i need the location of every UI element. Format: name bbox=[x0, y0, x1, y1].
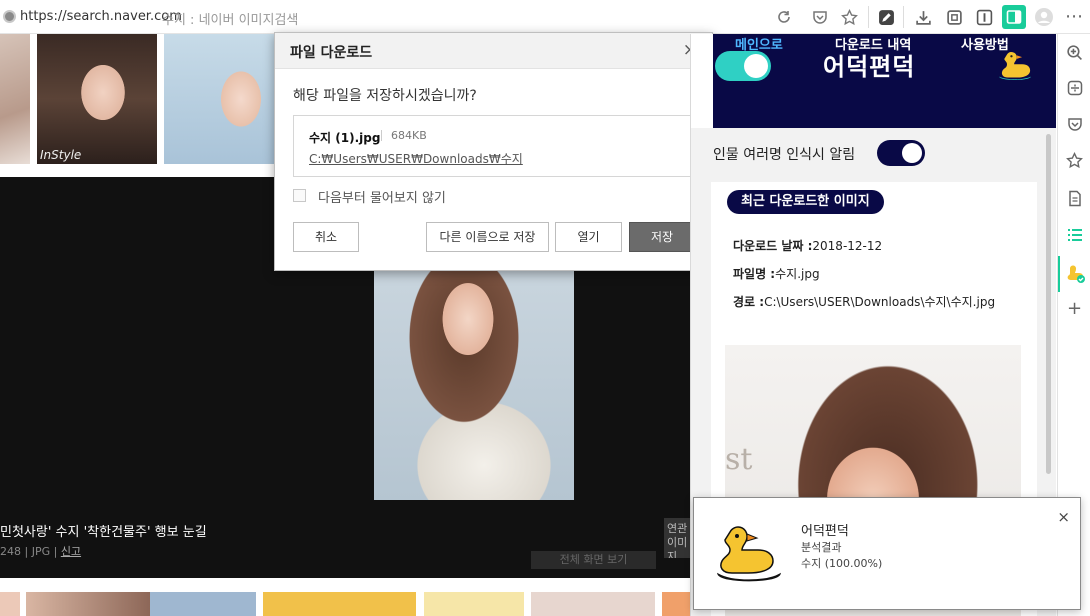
dont-ask-checkbox[interactable] bbox=[293, 189, 306, 202]
file-name-label: 파일명 : bbox=[733, 267, 776, 281]
cancel-button[interactable]: 취소 bbox=[293, 222, 359, 252]
address-bar: https://search.naver.com 수지 : 네이버 이미지검색 bbox=[0, 0, 1090, 34]
download-icon[interactable] bbox=[913, 7, 933, 27]
viewer-caption[interactable]: 민첫사랑' 수지 '착한건물주' 행보 눈길 bbox=[0, 521, 207, 540]
viewer-main-image[interactable] bbox=[374, 268, 574, 500]
save-as-button[interactable]: 다른 이름으로 저장 bbox=[426, 222, 549, 252]
profile-icon[interactable] bbox=[1034, 7, 1054, 27]
site-globe-icon bbox=[3, 10, 16, 23]
image-thumbnail[interactable] bbox=[424, 592, 524, 616]
page-title: 수지 : 네이버 이미지검색 bbox=[162, 13, 299, 28]
pen-icon[interactable] bbox=[876, 7, 896, 27]
extension-power-toggle[interactable] bbox=[715, 51, 771, 81]
file-size: 684KB bbox=[391, 129, 427, 142]
close-icon[interactable]: × bbox=[1057, 508, 1070, 526]
dialog-question: 해당 파일을 저장하시겠습니까? bbox=[293, 88, 477, 104]
dialog-title: 파일 다운로드 bbox=[290, 45, 373, 61]
toolbar-divider bbox=[868, 6, 869, 28]
toolbar-divider bbox=[903, 6, 904, 28]
meta-divider: | bbox=[24, 545, 32, 558]
related-images-button[interactable]: 연관 이미지 bbox=[664, 518, 690, 558]
viewer-meta: 248 | JPG | 신고 bbox=[0, 543, 81, 559]
download-date-label: 다운로드 날짜 : bbox=[733, 239, 813, 253]
image-thumbnail[interactable] bbox=[26, 592, 150, 616]
pocket-icon[interactable] bbox=[810, 7, 830, 27]
notification-line-detail: 수지 (100.00%) bbox=[801, 557, 883, 570]
list-icon[interactable] bbox=[1058, 221, 1090, 249]
image-thumbnail[interactable] bbox=[37, 34, 157, 164]
preview-background-text: st bbox=[725, 442, 753, 477]
pocket-icon[interactable] bbox=[1058, 110, 1090, 138]
recent-file-path: C:\Users\USER\Downloads\수지\수지.jpg bbox=[764, 295, 996, 309]
thumbnail-watermark: InStyle bbox=[40, 148, 82, 162]
download-date-row: 다운로드 날짜 :2018-12-12 bbox=[733, 237, 882, 254]
open-button[interactable]: 열기 bbox=[555, 222, 622, 252]
recent-heading: 최근 다운로드한 이미지 bbox=[727, 190, 884, 214]
zoom-icon[interactable] bbox=[1058, 38, 1090, 66]
capture-icon[interactable] bbox=[944, 7, 964, 27]
image-thumbnail[interactable] bbox=[164, 34, 274, 164]
image-thumbnail[interactable] bbox=[662, 592, 690, 616]
image-type: JPG bbox=[31, 545, 51, 558]
face-alert-toggle[interactable] bbox=[877, 140, 925, 166]
sidebar-icon[interactable] bbox=[1002, 5, 1026, 29]
fullscreen-button[interactable]: 전체 화면 보기 bbox=[531, 551, 656, 569]
file-download-dialog: 파일 다운로드 × 해당 파일을 저장하시겠습니까? 수지 (1).jpg 68… bbox=[274, 32, 713, 271]
report-link[interactable]: 신고 bbox=[61, 545, 81, 558]
browser-window: https://search.naver.com 수지 : 네이버 이미지검색 bbox=[0, 0, 1090, 616]
notification-line-result: 분석결과 bbox=[801, 541, 842, 554]
url-text[interactable]: https://search.naver.com bbox=[20, 9, 182, 24]
favorite-icon[interactable] bbox=[1058, 146, 1090, 174]
tab-download-history[interactable]: 다운로드 내역 bbox=[835, 34, 911, 53]
duck-logo-icon bbox=[999, 52, 1031, 80]
file-path-link[interactable]: C:₩Users₩USER₩Downloads₩수지 bbox=[309, 150, 523, 167]
face-alert-label: 인물 여러명 인식시 알림 bbox=[713, 147, 856, 163]
tab-main[interactable]: 메인으로 bbox=[735, 34, 783, 53]
image-thumbnail[interactable] bbox=[531, 592, 655, 616]
dialog-header: 파일 다운로드 × bbox=[275, 33, 712, 69]
duck-extension-icon[interactable] bbox=[1058, 256, 1090, 292]
image-thumbnail[interactable] bbox=[263, 592, 416, 616]
file-info-box: 수지 (1).jpg 684KB C:₩Users₩USER₩Downloads… bbox=[293, 115, 695, 177]
file-name-row: 파일명 :수지.jpg bbox=[733, 265, 820, 282]
image-thumbnail[interactable] bbox=[0, 34, 30, 164]
refresh-icon[interactable] bbox=[774, 7, 794, 27]
image-thumbnail[interactable] bbox=[150, 592, 256, 616]
dont-ask-label[interactable]: 다음부터 물어보지 않기 bbox=[318, 187, 446, 206]
notification-app-name: 어덕편덕 bbox=[801, 524, 849, 539]
recent-file-name: 수지.jpg bbox=[775, 267, 820, 281]
memo-icon[interactable] bbox=[1058, 184, 1090, 212]
meta-divider: | bbox=[53, 545, 61, 558]
image-thumbnail[interactable] bbox=[0, 592, 20, 616]
panel-scrollbar[interactable] bbox=[1046, 134, 1051, 474]
file-name: 수지 (1).jpg bbox=[309, 131, 381, 145]
add-icon[interactable]: + bbox=[1058, 294, 1090, 322]
path-row: 경로 :C:\Users\USER\Downloads\수지\수지.jpg bbox=[733, 293, 995, 310]
path-label: 경로 : bbox=[733, 295, 765, 309]
image-size: 248 bbox=[0, 545, 21, 558]
calculator-icon[interactable] bbox=[1058, 74, 1090, 102]
save-button[interactable]: 저장 bbox=[629, 222, 695, 252]
download-date: 2018-12-12 bbox=[812, 239, 883, 253]
more-icon[interactable]: ⋯ bbox=[1064, 7, 1084, 27]
file-info-divider bbox=[381, 130, 382, 141]
panel-header: 어덕편덕 메인으로 다운로드 내역 사용방법 bbox=[713, 34, 1056, 128]
star-icon[interactable] bbox=[839, 7, 859, 27]
reader-icon[interactable] bbox=[974, 7, 994, 27]
tab-how-to-use[interactable]: 사용방법 bbox=[961, 34, 1009, 53]
analysis-notification: 어덕편덕 분석결과 수지 (100.00%) × bbox=[693, 497, 1081, 610]
duck-logo-icon bbox=[716, 526, 782, 582]
